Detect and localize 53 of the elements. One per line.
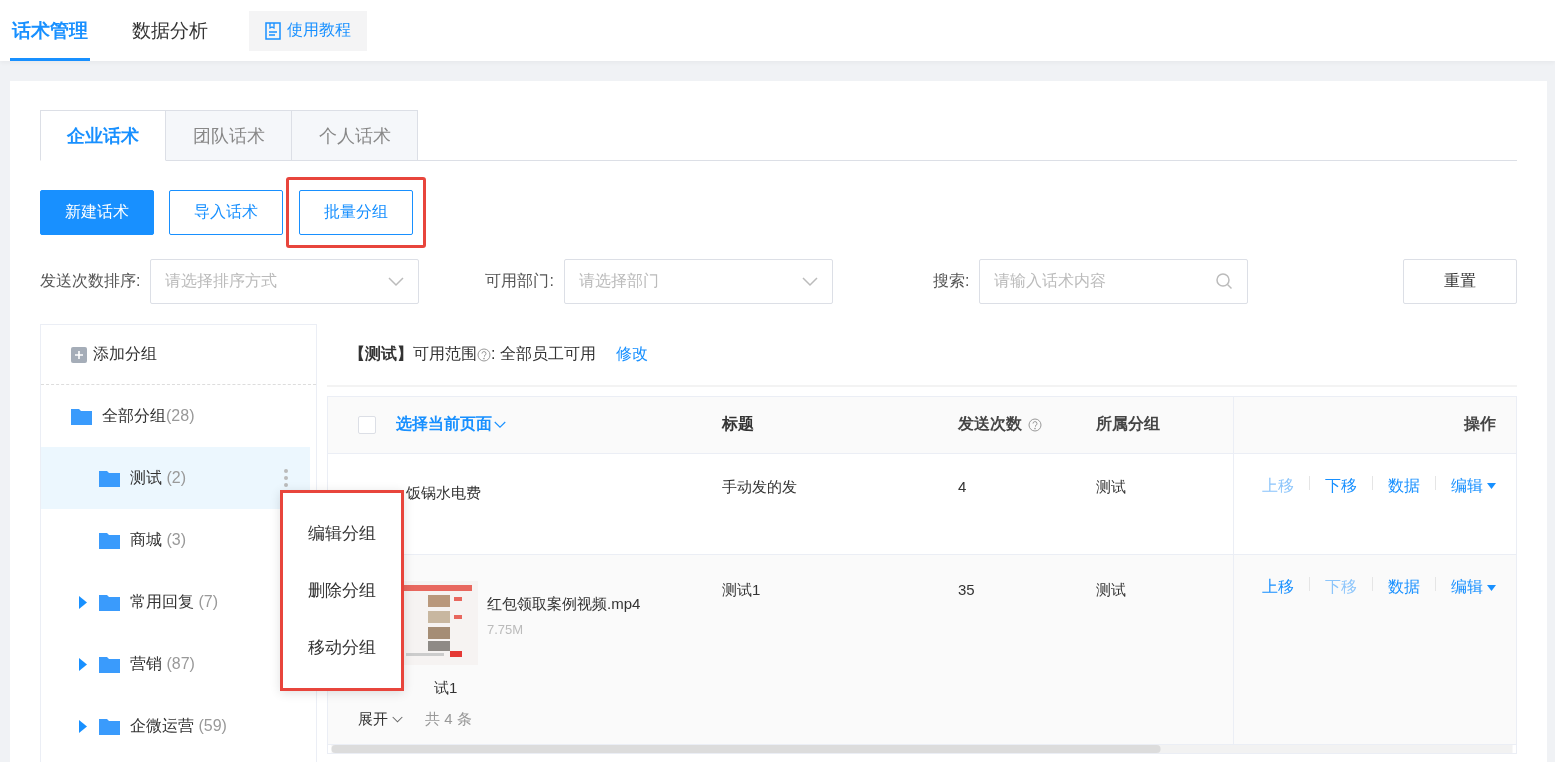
action-link[interactable]: 数据 (1388, 475, 1420, 497)
column-header: 发送次数 (958, 414, 1022, 435)
group-label: 测试 (2) (130, 467, 186, 488)
action-link[interactable]: 编辑 (1451, 577, 1496, 599)
add-group-label[interactable]: 添加分组 (93, 344, 157, 365)
table-cell-text: 4 (958, 476, 968, 497)
table-cell-text: 测试 (1096, 580, 1127, 601)
scope-value: : 全部员工可用 (491, 344, 596, 364)
action-link[interactable]: 数据 (1388, 577, 1420, 599)
reset-button[interactable]: 重置 (1403, 259, 1517, 304)
select-field[interactable]: 请选择部门 (563, 259, 833, 304)
column-header: 所属分组 (1096, 414, 1161, 435)
table-cell-text: 测试1 (722, 580, 762, 601)
group-label: 企微运营 (59) (130, 715, 227, 736)
action-link[interactable]: 上移 (1262, 577, 1294, 599)
scope-label: 可用范围 (413, 344, 477, 364)
toolbar-button[interactable]: 导入话术 (169, 189, 283, 235)
search-field[interactable]: 请输入话术内容 (979, 259, 1249, 304)
tree-item[interactable]: 测试 (2) (41, 447, 310, 509)
group-label: 全部分组(28) (102, 405, 195, 426)
table-cell-text: 手动发的发 (722, 476, 798, 497)
toolbar-button[interactable]: 新建话术 (40, 189, 154, 235)
group-label: 常用回复 (7) (130, 591, 218, 612)
file-name: 红包领取案例视频.mp4 (487, 595, 641, 615)
table-cell-text: 35 (958, 580, 976, 601)
group-title: 【测试】 (349, 344, 413, 364)
nav-tab[interactable]: 数据分析 (130, 0, 210, 61)
tutorial-button[interactable]: 使用教程 (249, 10, 367, 51)
filter-label: 搜索: (932, 271, 970, 291)
filter-label: 可用部门: (485, 271, 554, 291)
tab[interactable]: 企业话术 (40, 110, 166, 161)
group-label: 商城 (3) (130, 529, 186, 550)
edit-link[interactable]: 修改 (615, 344, 648, 365)
toolbar-button[interactable]: 批量分组 (299, 189, 413, 235)
tree-item[interactable]: 全部分组(28) (41, 385, 310, 447)
tab[interactable]: 个人话术 (292, 110, 418, 161)
select-field[interactable]: 请选择排序方式 (150, 259, 420, 304)
content-text: 饭锅水电费 (406, 483, 481, 501)
group-label: 营销 (87) (130, 653, 195, 674)
tab[interactable]: 团队话术 (166, 110, 292, 161)
select-page-link[interactable]: 选择当前页面 (396, 414, 506, 436)
nav-tab[interactable]: 话术管理 (10, 0, 90, 61)
tree-item[interactable]: 企微运营 (59) (41, 695, 310, 757)
action-link[interactable]: 编辑 (1451, 475, 1496, 497)
filter-label: 发送次数排序: (40, 271, 141, 291)
action-link[interactable]: 下移 (1325, 475, 1357, 497)
column-header: 标题 (722, 414, 755, 435)
total-count: 共 4 条 (425, 710, 472, 730)
content-text: 试1 (434, 679, 459, 699)
expand-link[interactable]: 展开 (358, 710, 403, 730)
column-header: 操作 (1464, 414, 1496, 435)
file-size: 7.75M (487, 622, 525, 638)
table-cell-text: 测试 (1096, 476, 1127, 497)
